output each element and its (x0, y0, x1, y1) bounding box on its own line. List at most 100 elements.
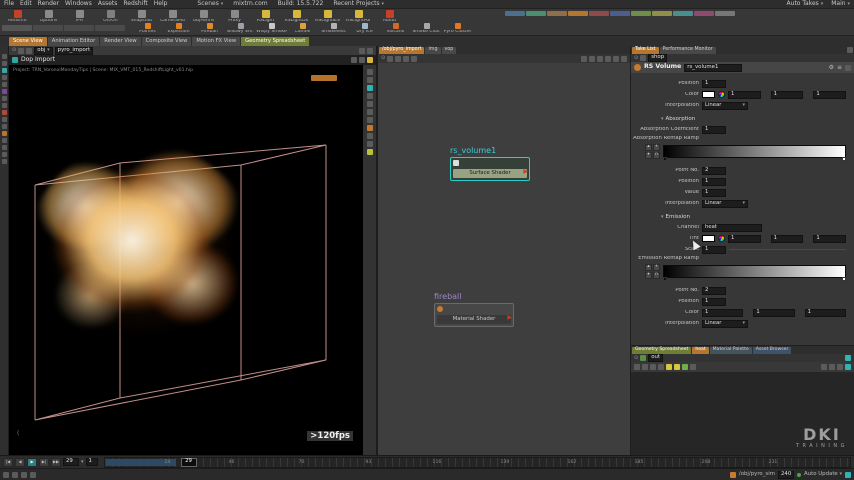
tab-geometry-spreadsheet[interactable]: Geometry Spreadsheet (632, 347, 692, 354)
pin-icon[interactable]: ⊙ (12, 48, 16, 53)
menu-render[interactable]: Render (38, 1, 59, 7)
context-path-field[interactable]: shop (648, 54, 668, 62)
display-option-icon[interactable] (366, 133, 373, 139)
shelf-tool[interactable]: Dry Ice (349, 23, 380, 35)
tab-geometry-spreadsheet[interactable]: Geometry Spreadsheet (241, 37, 310, 46)
left-toolbar-icon[interactable] (1, 110, 7, 115)
shelf-tool[interactable]: CameraMo (157, 10, 188, 24)
spreadsheet-toolbar-icon[interactable] (634, 364, 640, 370)
scenes-dropdown[interactable]: Scenes ▾ (197, 1, 223, 7)
tint-b-field[interactable]: 1 (813, 234, 847, 243)
shelf-tool[interactable]: Smokeless (318, 23, 349, 35)
shelf-tool[interactable]: IPR (64, 10, 95, 24)
menu-edit[interactable]: Edit (20, 1, 32, 7)
recent-projects-dropdown[interactable]: Recent Projects ▾ (333, 1, 384, 7)
left-toolbar-icon[interactable] (1, 138, 7, 143)
output-arrow-icon[interactable]: ▶ (507, 315, 512, 321)
display-option-icon[interactable] (366, 77, 373, 83)
left-toolbar-icon[interactable] (1, 68, 7, 73)
ramp-handle[interactable] (663, 157, 667, 161)
interpolation-select[interactable]: Linear ▾ (702, 101, 748, 110)
point-position-field[interactable]: 1 (702, 297, 726, 306)
channel-field[interactable]: heat (702, 223, 762, 232)
network-toolbar-icon[interactable] (621, 55, 627, 62)
shelf-tool[interactable]: About (374, 10, 405, 24)
header-icon[interactable] (845, 64, 851, 71)
shelf-tab[interactable] (694, 11, 714, 16)
viewport-pathbar-icon[interactable] (367, 47, 373, 54)
left-toolbar-icon[interactable] (1, 103, 7, 108)
color-g-field[interactable]: 1 (770, 90, 804, 99)
viewport-header-icon[interactable] (359, 57, 365, 63)
menu-icon[interactable]: ≡ (837, 64, 842, 71)
left-toolbar-icon[interactable] (1, 152, 7, 157)
left-toolbar-icon[interactable] (1, 131, 7, 136)
tab-obj-pyro-import[interactable]: /obj/pyro_import (379, 47, 425, 54)
shelf-tool[interactable]: Candle (287, 23, 318, 35)
shelf-tool-fireball[interactable]: Fireball (194, 23, 225, 35)
pin-icon[interactable]: ⊙ (634, 355, 638, 361)
shelf-tool-flames[interactable]: Flames (132, 23, 163, 35)
tint-g-field[interactable]: 1 (770, 234, 804, 243)
play-button[interactable]: ▶ (27, 457, 37, 467)
tab-scene-view[interactable]: Scene View (9, 37, 47, 46)
point-color-r-field[interactable]: 1 (702, 308, 744, 317)
status-icon[interactable] (3, 471, 9, 478)
shelf-tool[interactable]: Volcano (380, 23, 411, 35)
take-dropdown[interactable]: Main ▾ (831, 1, 850, 7)
chevron-down-icon[interactable]: ▾ (81, 459, 84, 465)
shelf-tool-explosion[interactable]: Explosion (163, 23, 194, 35)
tab-performance-monitor[interactable]: Performance Monitor (659, 47, 716, 54)
jump-end-button[interactable]: ▶▶ (51, 457, 61, 467)
point-color-g-field[interactable]: 1 (753, 308, 795, 317)
color-swatch[interactable] (702, 235, 715, 242)
out-path-field[interactable]: out (648, 354, 664, 362)
network-toolbar-icon[interactable] (411, 55, 418, 62)
left-toolbar-icon[interactable] (1, 96, 7, 101)
node-fireball[interactable]: fireball Material Shader ▶ (434, 293, 514, 327)
display-option-icon[interactable] (366, 117, 373, 123)
shelf-tool[interactable]: Wispy Smoke (256, 23, 287, 35)
shelf-tool[interactable]: Snapshot (126, 10, 157, 24)
left-toolbar-icon[interactable] (1, 124, 7, 129)
pin-icon[interactable]: ⊙ (634, 55, 638, 61)
absorption-coefficient-field[interactable]: 1 (702, 125, 726, 134)
display-option-icon[interactable] (366, 141, 373, 147)
spreadsheet-canvas[interactable]: DKI TRAINING (631, 372, 854, 455)
next-frame-button[interactable]: ▶| (39, 457, 49, 467)
display-option-icon[interactable] (366, 85, 373, 91)
gear-icon[interactable]: ⚙ (829, 64, 834, 71)
spreadsheet-toolbar-icon[interactable] (658, 364, 664, 370)
spreadsheet-toolbar-icon[interactable] (682, 364, 688, 370)
prev-frame-button[interactable]: ◀ (15, 457, 25, 467)
shelf-tool[interactable]: Smoke Clus. (411, 23, 442, 35)
network-toolbar-icon[interactable] (613, 55, 619, 62)
spreadsheet-toolbar-icon[interactable] (690, 364, 696, 370)
shelf-tab[interactable] (652, 11, 672, 16)
shelf-tab[interactable] (2, 25, 32, 31)
viewport-header-icon[interactable] (351, 57, 357, 63)
spreadsheet-toolbar-icon[interactable] (650, 364, 656, 370)
ramp-handle[interactable] (842, 277, 846, 281)
scale-slider[interactable] (729, 249, 846, 250)
shelf-tab[interactable] (547, 11, 567, 16)
spreadsheet-toolbar-icon[interactable] (821, 364, 827, 370)
auto-takes-dropdown[interactable]: Auto Takes ▾ (787, 1, 824, 7)
ramp-next-button[interactable]: ▾ (645, 152, 652, 159)
spreadsheet-toolbar-icon[interactable] (829, 364, 835, 370)
color-r-field[interactable]: 1 (728, 90, 761, 99)
tab-composite-view[interactable]: Composite View (141, 37, 192, 46)
jump-start-button[interactable]: |◀ (3, 457, 13, 467)
menu-help[interactable]: Help (154, 1, 168, 7)
status-icon[interactable] (12, 471, 18, 478)
ramp-prev-button[interactable]: ▴ (645, 264, 652, 271)
interpolation-select[interactable]: Linear ▾ (702, 199, 748, 208)
position-field[interactable]: 1 (702, 79, 726, 88)
ramp-handle[interactable] (663, 277, 667, 281)
point-color-b-field[interactable]: 1 (804, 308, 846, 317)
display-option-icon[interactable] (366, 149, 373, 155)
spreadsheet-toolbar-icon[interactable] (845, 364, 851, 370)
viewport-3d-canvas[interactable]: Project: TRN_VoronoiMondayTips | Scene: … (9, 65, 363, 455)
network-toolbar-icon[interactable] (403, 55, 410, 62)
viewport-camera-badge[interactable] (311, 75, 337, 81)
